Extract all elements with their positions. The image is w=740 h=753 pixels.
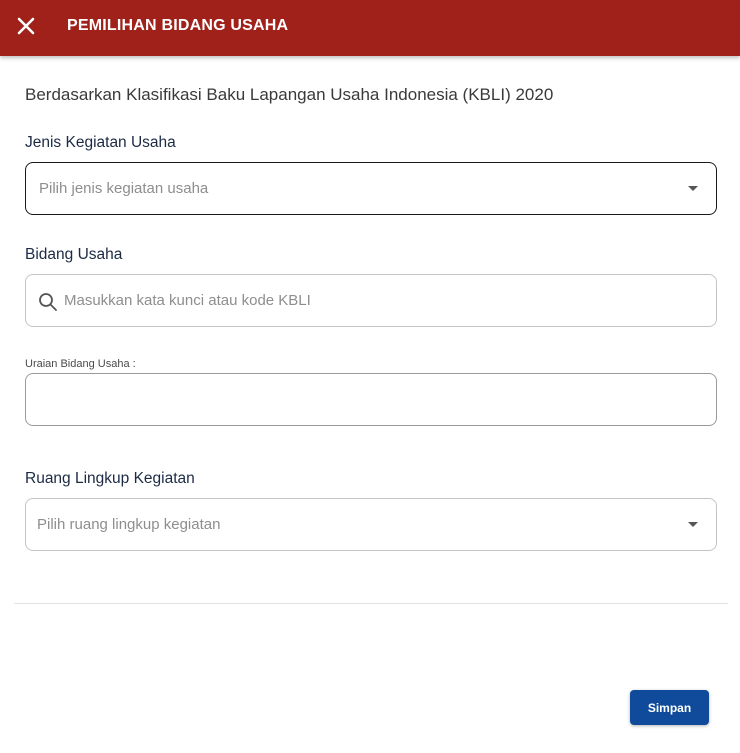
bidang-usaha-placeholder: Masukkan kata kunci atau kode KBLI <box>64 292 311 309</box>
jenis-kegiatan-label: Jenis Kegiatan Usaha <box>25 134 176 151</box>
bidang-usaha-search-input[interactable]: Masukkan kata kunci atau kode KBLI <box>25 274 717 327</box>
dropdown-arrow-icon <box>688 522 698 527</box>
ruang-lingkup-select[interactable]: Pilih ruang lingkup kegiatan <box>25 498 717 551</box>
uraian-textarea[interactable] <box>25 373 717 426</box>
dropdown-arrow-icon <box>688 186 698 191</box>
search-icon <box>39 293 57 311</box>
close-icon <box>17 17 35 35</box>
uraian-label: Uraian Bidang Usaha : <box>25 358 136 370</box>
dialog-header: PEMILIHAN BIDANG USAHA <box>0 0 740 56</box>
jenis-kegiatan-select[interactable]: Pilih jenis kegiatan usaha <box>25 162 717 215</box>
ruang-lingkup-placeholder: Pilih ruang lingkup kegiatan <box>37 516 221 533</box>
kbli-subtitle: Berdasarkan Klasifikasi Baku Lapangan Us… <box>25 85 554 104</box>
close-button[interactable] <box>14 14 38 38</box>
footer-divider <box>14 603 728 604</box>
bidang-usaha-label: Bidang Usaha <box>25 246 123 263</box>
save-button[interactable]: Simpan <box>630 690 709 725</box>
ruang-lingkup-label: Ruang Lingkup Kegiatan <box>25 470 195 487</box>
dialog-title: PEMILIHAN BIDANG USAHA <box>67 17 289 34</box>
jenis-kegiatan-placeholder: Pilih jenis kegiatan usaha <box>39 180 209 197</box>
